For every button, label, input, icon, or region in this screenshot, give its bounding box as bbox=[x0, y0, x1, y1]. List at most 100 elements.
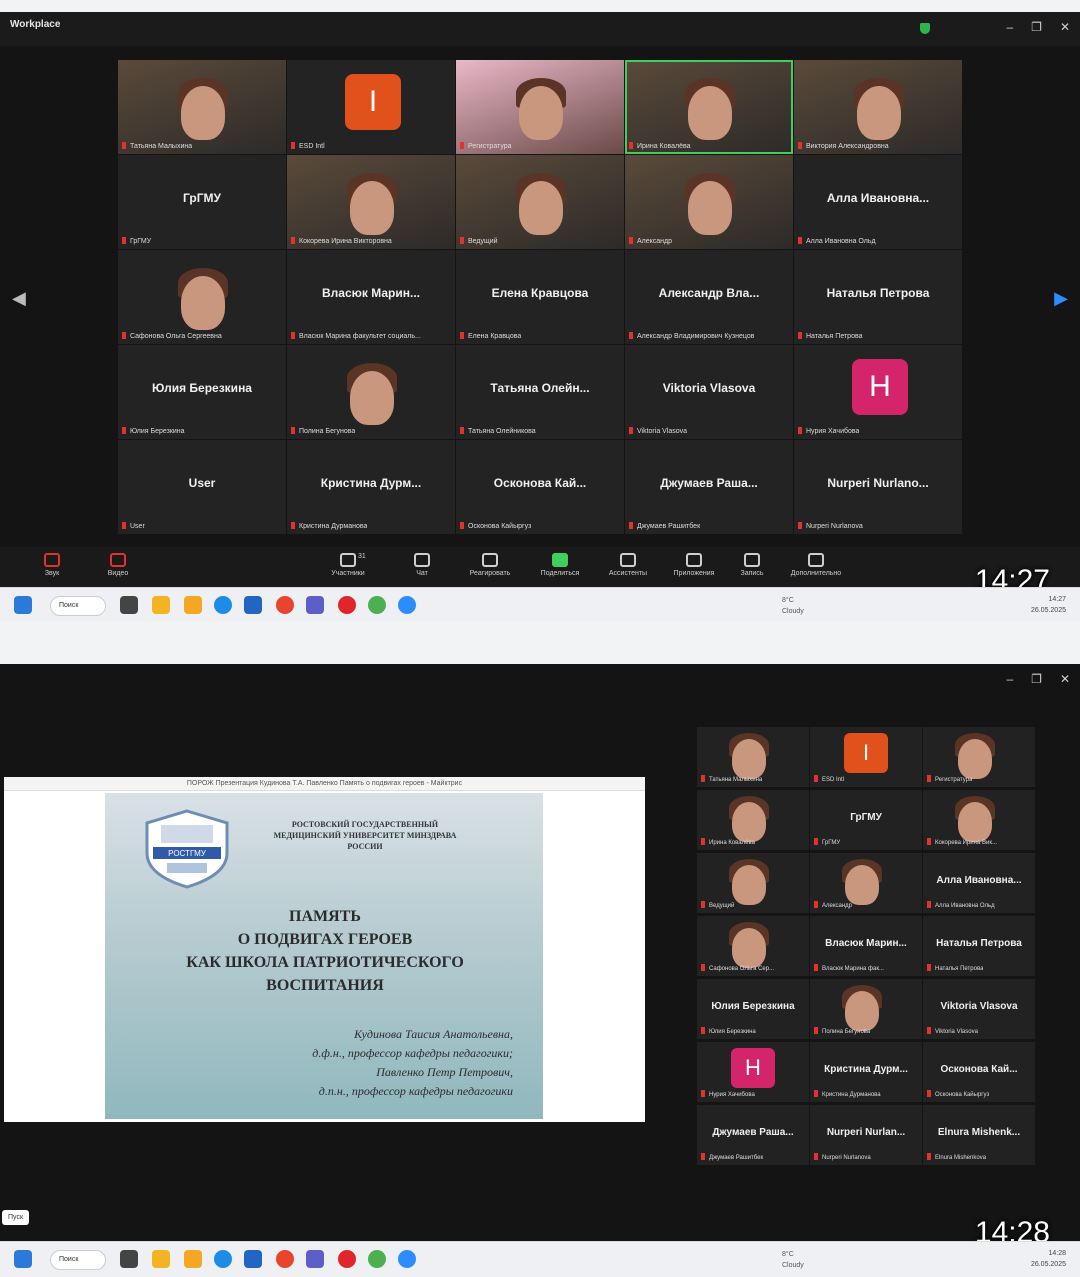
participant-tile[interactable]: User User bbox=[118, 440, 286, 534]
toolbar-button[interactable]: Дополнительно bbox=[786, 553, 846, 577]
participant-tile[interactable]: Александр Вла... Александр Владимирович К… bbox=[625, 250, 793, 344]
participant-tile[interactable]: Алла Ивановна... Алла Ивановна Ольд bbox=[923, 853, 1035, 913]
toolbar-button[interactable]: Приложения bbox=[664, 553, 724, 577]
participant-tile[interactable]: ГрГМУ ГрГМУ bbox=[810, 790, 922, 850]
taskbar-search[interactable]: Поиск bbox=[50, 1250, 106, 1270]
maximize-button[interactable]: ❐ bbox=[1031, 672, 1042, 686]
shared-presentation[interactable]: ПОРОЖ Презентация Кудинова Т.А. Павленко… bbox=[4, 777, 645, 1122]
yandex-icon[interactable] bbox=[276, 596, 294, 614]
participant-tile[interactable]: Власюк Марин... Власюк Марина фак... bbox=[810, 916, 922, 976]
store-icon[interactable] bbox=[244, 1250, 262, 1268]
close-button[interactable]: ✕ bbox=[1060, 20, 1070, 34]
participant-tile[interactable]: Джумаев Раша... Джумаев Рашитбек bbox=[625, 440, 793, 534]
participant-tile[interactable]: Наталья Петрова Наталья Петрова bbox=[794, 250, 962, 344]
participant-tile[interactable]: Виктория Александровна bbox=[794, 60, 962, 154]
zoom-icon[interactable] bbox=[398, 1250, 416, 1268]
start-tooltip: Пуск bbox=[2, 1210, 30, 1225]
maximize-button[interactable]: ❐ bbox=[1031, 20, 1042, 34]
participant-tile[interactable]: Осконова Кай... Осконова Кайыргуз bbox=[923, 1042, 1035, 1102]
participant-tile[interactable]: Ведущий bbox=[697, 853, 809, 913]
participant-tile[interactable]: ГрГМУ ГрГМУ bbox=[118, 155, 286, 249]
participant-tile[interactable]: Viktoria Vlasova Viktoria Vlasova bbox=[625, 345, 793, 439]
toolbar-button[interactable]: Реагировать bbox=[460, 553, 520, 577]
participant-tile[interactable]: Елена Кравцова Елена Кравцова bbox=[456, 250, 624, 344]
participant-tile[interactable]: Юлия Березкина Юлия Березкина bbox=[118, 345, 286, 439]
participant-tile[interactable]: Татьяна Малыхина bbox=[697, 727, 809, 787]
toolbar-button[interactable]: Чат bbox=[392, 553, 452, 577]
participant-tile[interactable]: Осконова Кай... Осконова Кайыргуз bbox=[456, 440, 624, 534]
participant-tile[interactable]: Viktoria Vlasova Viktoria Vlasova bbox=[923, 979, 1035, 1039]
task-view-icon[interactable] bbox=[120, 1250, 138, 1268]
participant-tile[interactable]: Власюк Марин... Власюк Марина факультет с… bbox=[287, 250, 455, 344]
store-icon[interactable] bbox=[244, 596, 262, 614]
participant-tile[interactable]: Александр bbox=[810, 853, 922, 913]
participant-tile[interactable]: Ведущий bbox=[456, 155, 624, 249]
participant-tile[interactable]: Александр bbox=[625, 155, 793, 249]
opera-icon[interactable] bbox=[338, 596, 356, 614]
system-clock[interactable]: 14:27 26.05.2025 bbox=[1031, 594, 1066, 616]
toolbar-button[interactable]: Запись bbox=[722, 553, 782, 577]
slide-title-line: ВОСПИТАНИЯ bbox=[266, 977, 384, 994]
participant-tile[interactable]: H Нурия Хачибова bbox=[697, 1042, 809, 1102]
next-page-icon[interactable]: ▶ bbox=[1054, 288, 1068, 309]
toolbar-button[interactable]: Видео bbox=[88, 553, 148, 577]
participant-tile[interactable]: Джумаев Раша... Джумаев Рашитбек bbox=[697, 1105, 809, 1165]
participant-name-text: Виктория Александровна bbox=[806, 143, 889, 150]
participant-tile[interactable]: H Нурия Хачибова bbox=[794, 345, 962, 439]
participant-tile[interactable]: Регистратура bbox=[923, 727, 1035, 787]
chrome-icon[interactable] bbox=[368, 1250, 386, 1268]
task-view-icon[interactable] bbox=[120, 596, 138, 614]
participant-tile[interactable]: Юлия Березкина Юлия Березкина bbox=[697, 979, 809, 1039]
participant-tile[interactable]: Татьяна Малыхина bbox=[118, 60, 286, 154]
participant-tile[interactable]: Ирина Ковалёва bbox=[625, 60, 793, 154]
prev-page-icon[interactable]: ◀ bbox=[12, 288, 26, 309]
windows-start-icon[interactable] bbox=[14, 1250, 32, 1268]
weather-widget[interactable]: 8°C Cloudy bbox=[782, 1249, 804, 1271]
system-clock[interactable]: 14:28 26.05.2025 bbox=[1031, 1248, 1066, 1270]
muted-mic-icon bbox=[460, 142, 464, 149]
toolbar-button[interactable]: Ассистенты bbox=[598, 553, 658, 577]
minimize-button[interactable]: – bbox=[1006, 672, 1013, 686]
toolbar-button[interactable]: Звук bbox=[22, 553, 82, 577]
participant-tile[interactable]: Татьяна Олейн... Татьяна Олейникова bbox=[456, 345, 624, 439]
toolbar-button[interactable]: Поделиться bbox=[530, 553, 590, 577]
taskbar-search[interactable]: Поиск bbox=[50, 596, 106, 616]
participant-tile[interactable]: Elnura Mishenk... Elnura Mishenkova bbox=[923, 1105, 1035, 1165]
participant-tile[interactable]: Полина Бегунова bbox=[810, 979, 922, 1039]
participant-tile[interactable]: Алла Ивановна... Алла Ивановна Ольд bbox=[794, 155, 962, 249]
teams-icon[interactable] bbox=[306, 596, 324, 614]
participant-name-label: User bbox=[122, 522, 145, 530]
participant-tile[interactable]: Полина Бегунова bbox=[287, 345, 455, 439]
opera-icon[interactable] bbox=[338, 1250, 356, 1268]
participant-tile[interactable]: I ESD Intl bbox=[287, 60, 455, 154]
yandex-icon[interactable] bbox=[276, 1250, 294, 1268]
weather-widget[interactable]: 8°C Cloudy bbox=[782, 595, 804, 617]
toolbar-label: Запись bbox=[740, 570, 764, 577]
participant-name-label: Джумаев Рашитбек bbox=[701, 1153, 763, 1161]
participant-tile[interactable]: Регистратура bbox=[456, 60, 624, 154]
zoom-icon[interactable] bbox=[398, 596, 416, 614]
participant-tile[interactable]: I ESD Intl bbox=[810, 727, 922, 787]
participant-tile[interactable]: Nurperi Nurlano... Nurperi Nurlanova bbox=[794, 440, 962, 534]
folder-icon[interactable] bbox=[184, 1250, 202, 1268]
toolbar-button[interactable]: Участники 31 bbox=[318, 553, 378, 577]
participant-tile[interactable]: Кокорева Ирина Вик... bbox=[923, 790, 1035, 850]
participant-tile[interactable]: Кристина Дурм... Кристина Дурманова bbox=[287, 440, 455, 534]
teams-icon[interactable] bbox=[306, 1250, 324, 1268]
close-button[interactable]: ✕ bbox=[1060, 672, 1070, 686]
windows-start-icon[interactable] bbox=[14, 596, 32, 614]
chrome-icon[interactable] bbox=[368, 596, 386, 614]
participant-tile[interactable]: Наталья Петрова Наталья Петрова bbox=[923, 916, 1035, 976]
participant-tile[interactable]: Кокорева Ирина Викторовна bbox=[287, 155, 455, 249]
participant-tile[interactable]: Сафонова Ольга Сергеевна bbox=[118, 250, 286, 344]
participant-tile[interactable]: Кристина Дурм... Кристина Дурманова bbox=[810, 1042, 922, 1102]
edge-icon[interactable] bbox=[214, 596, 232, 614]
edge-icon[interactable] bbox=[214, 1250, 232, 1268]
participant-tile[interactable]: Nurperi Nurlan... Nurperi Nurlanova bbox=[810, 1105, 922, 1165]
participant-tile[interactable]: Ирина Ковалёва bbox=[697, 790, 809, 850]
file-explorer-icon[interactable] bbox=[152, 596, 170, 614]
participant-tile[interactable]: Сафонова Ольга Сер... bbox=[697, 916, 809, 976]
folder-icon[interactable] bbox=[184, 596, 202, 614]
file-explorer-icon[interactable] bbox=[152, 1250, 170, 1268]
minimize-button[interactable]: – bbox=[1006, 20, 1013, 34]
